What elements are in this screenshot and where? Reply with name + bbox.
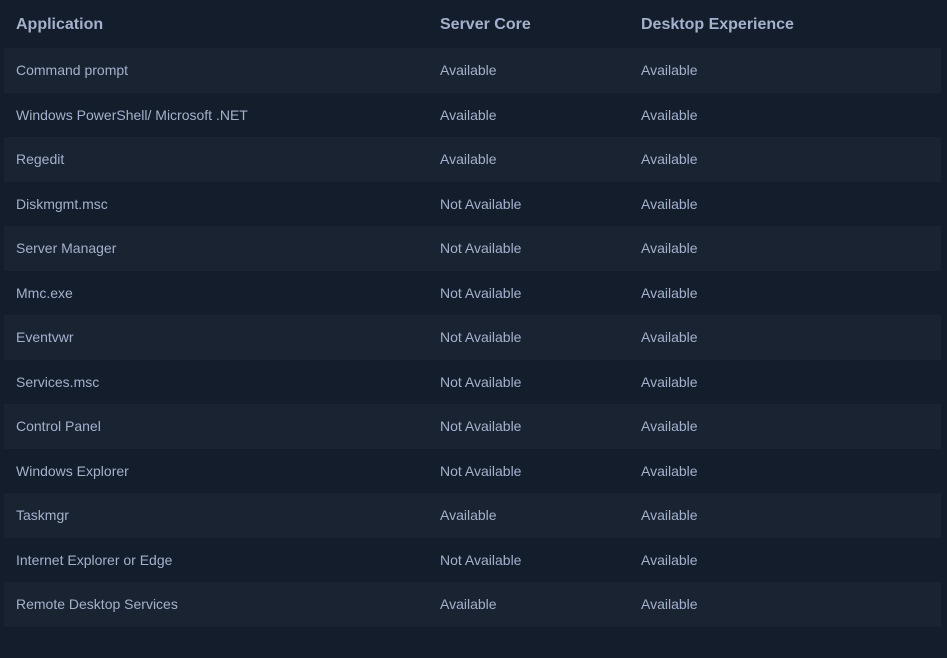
cell-server-core: Not Available xyxy=(440,551,522,568)
cell-application: Services.msc xyxy=(16,373,100,390)
cell-desktop-experience: Available xyxy=(641,151,698,168)
cell-desktop-experience: Available xyxy=(641,106,698,123)
table-row: Windows Explorer Not Available Available xyxy=(4,449,941,494)
header-server-core: Server Core xyxy=(440,16,531,33)
table-row: Control Panel Not Available Available xyxy=(4,404,941,449)
table-row: Remote Desktop Services Available Availabl… xyxy=(4,582,941,627)
cell-application: Regedit xyxy=(16,151,65,168)
cell-application: Diskmgmt.msc xyxy=(16,195,108,212)
cell-desktop-experience: Available xyxy=(641,284,698,301)
table-row: Taskmgr Available Available xyxy=(4,493,941,538)
cell-application: Eventvwr xyxy=(16,329,74,346)
cell-application: Internet Explorer or Edge xyxy=(16,551,173,568)
table-row: Internet Explorer or Edge Not Available Av… xyxy=(4,538,941,583)
table-row: Mmc.exe Not Available Available xyxy=(4,271,941,316)
table-row: Command prompt Available Available xyxy=(4,48,941,93)
cell-application: Windows PowerShell/ Microsoft .NET xyxy=(16,106,248,123)
table-row: Server Manager Not Available Available xyxy=(4,226,941,271)
cell-application: Taskmgr xyxy=(16,507,69,524)
cell-server-core: Available xyxy=(440,106,497,123)
cell-desktop-experience: Available xyxy=(641,62,698,79)
table-body: Command prompt Available Available Windows … xyxy=(4,48,941,627)
cell-server-core: Available xyxy=(440,596,497,613)
table-row: Windows PowerShell/ Microsoft .NET Availa… xyxy=(4,93,941,138)
cell-desktop-experience: Available xyxy=(641,418,698,435)
cell-server-core: Not Available xyxy=(440,240,522,257)
cell-server-core: Not Available xyxy=(440,284,522,301)
cell-desktop-experience: Available xyxy=(641,240,698,257)
cell-desktop-experience: Available xyxy=(641,596,698,613)
cell-desktop-experience: Available xyxy=(641,551,698,568)
cell-server-core: Available xyxy=(440,151,497,168)
cell-desktop-experience: Available xyxy=(641,195,698,212)
cell-application: Remote Desktop Services xyxy=(16,596,178,613)
cell-desktop-experience: Available xyxy=(641,329,698,346)
cell-application: Control Panel xyxy=(16,418,101,435)
cell-application: Mmc.exe xyxy=(16,284,73,301)
cell-server-core: Available xyxy=(440,507,497,524)
cell-desktop-experience: Available xyxy=(641,373,698,390)
cell-server-core: Not Available xyxy=(440,329,522,346)
table-row: Eventvwr Not Available Available xyxy=(4,315,941,360)
cell-application: Windows Explorer xyxy=(16,462,129,479)
cell-server-core: Available xyxy=(440,62,497,79)
comparison-table: Application Server Core Desktop Experien… xyxy=(4,0,941,627)
cell-desktop-experience: Available xyxy=(641,462,698,479)
cell-server-core: Not Available xyxy=(440,373,522,390)
cell-application: Server Manager xyxy=(16,240,117,257)
cell-desktop-experience: Available xyxy=(641,507,698,524)
cell-application: Command prompt xyxy=(16,62,129,79)
cell-server-core: Not Available xyxy=(440,462,522,479)
table-row: Diskmgmt.msc Not Available Available xyxy=(4,182,941,227)
table-header-row: Application Server Core Desktop Experien… xyxy=(4,0,941,50)
cell-server-core: Not Available xyxy=(440,195,522,212)
header-application: Application xyxy=(16,16,104,33)
header-desktop-experience: Desktop Experience xyxy=(641,16,794,33)
table-row: Regedit Available Available xyxy=(4,137,941,182)
cell-server-core: Not Available xyxy=(440,418,522,435)
table-row: Services.msc Not Available Available xyxy=(4,360,941,405)
